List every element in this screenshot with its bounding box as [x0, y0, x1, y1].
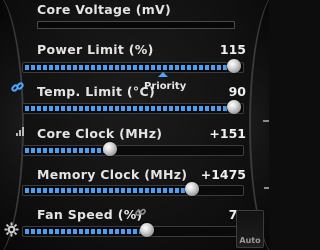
core-voltage-slider[interactable]	[37, 21, 235, 29]
rim-tick	[263, 120, 269, 122]
rim-tick	[264, 187, 269, 189]
power-limit-slider[interactable]	[22, 62, 244, 73]
core-clock-slider-thumb[interactable]	[103, 142, 117, 156]
fan-speed-fill	[25, 229, 147, 234]
fan-auto-button[interactable]: Auto	[236, 210, 264, 248]
memory-clock-slider-thumb[interactable]	[185, 182, 199, 196]
power-limit-value: 115	[219, 42, 246, 57]
fan-speed-slider[interactable]	[22, 226, 244, 237]
gear-icon[interactable]	[4, 222, 19, 239]
temp-limit-value: 90	[228, 84, 246, 99]
power-limit-slider-thumb[interactable]	[227, 59, 241, 73]
overclock-panel: Core Voltage (mV) Power Limit (%) 115 Te…	[0, 0, 269, 250]
left-rim	[0, 0, 24, 250]
power-limit-fill	[25, 65, 233, 70]
core-clock-fill	[25, 148, 109, 153]
priority-label[interactable]: Priority	[144, 81, 186, 92]
memory-clock-label: Memory Clock (MHz)	[37, 167, 188, 182]
memory-clock-slider[interactable]	[22, 185, 244, 196]
power-limit-label: Power Limit (%)	[37, 42, 154, 57]
memory-clock-fill	[25, 188, 191, 193]
link-icon[interactable]	[11, 81, 24, 97]
memory-clock-value: +1475	[200, 167, 246, 182]
temp-limit-slider-thumb[interactable]	[227, 100, 241, 114]
core-voltage-label: Core Voltage (mV)	[37, 2, 172, 17]
temp-limit-label: Temp. Limit (°C)	[37, 84, 155, 99]
core-clock-slider[interactable]	[22, 145, 244, 156]
core-clock-label: Core Clock (MHz)	[37, 126, 163, 141]
fan-speed-slider-thumb[interactable]	[140, 223, 154, 237]
temp-limit-slider[interactable]	[22, 103, 244, 114]
fan-auto-label: Auto	[239, 236, 261, 245]
core-clock-value: +151	[209, 126, 246, 141]
fan-speed-label: Fan Speed (%)	[37, 207, 143, 222]
chain-icon[interactable]	[135, 207, 147, 221]
signal-bars-icon	[16, 126, 25, 138]
temp-limit-fill	[25, 106, 233, 111]
priority-arrow-icon[interactable]	[158, 72, 168, 77]
